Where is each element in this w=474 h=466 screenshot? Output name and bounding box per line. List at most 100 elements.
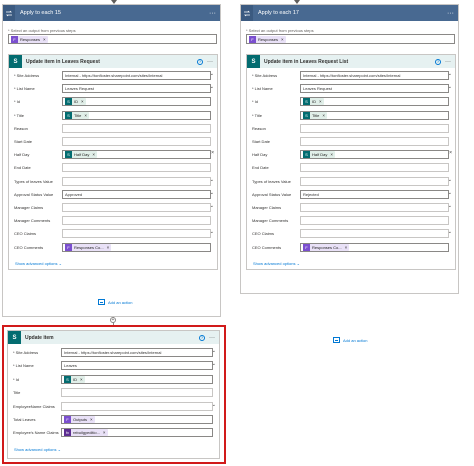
chevron-down-icon[interactable]: ⌄ (448, 71, 452, 77)
chevron-down-icon[interactable]: ⌄ (210, 203, 214, 209)
add-action-button[interactable]: Add an action (98, 299, 132, 305)
chevron-down-icon[interactable]: ⌄ (210, 84, 214, 90)
chevron-down-icon[interactable]: ⌄ (210, 71, 214, 77)
field-input[interactable]: Leaves Request (300, 84, 449, 94)
dynamic-content-token[interactable]: S Half Day × (65, 151, 97, 159)
dynamic-content-token[interactable]: S Half Day × (303, 151, 335, 159)
help-icon[interactable]: ? (199, 334, 205, 341)
more-options-icon[interactable]: ··· (447, 10, 454, 17)
show-advanced-options-link[interactable]: Show advanced options ⌄ (15, 261, 62, 266)
dynamic-content-token[interactable]: F Outputs × (64, 416, 95, 423)
dynamic-content-token[interactable]: S ID × (65, 98, 86, 106)
field-input[interactable] (300, 137, 449, 146)
field-input[interactable] (300, 123, 449, 133)
chevron-down-icon[interactable]: ⌄ (210, 190, 214, 196)
remove-token-icon[interactable]: × (322, 113, 325, 118)
field-input[interactable]: fx rebuilgyeditio... × (61, 428, 213, 438)
responses-token[interactable]: F Responses × (11, 35, 48, 43)
remove-token-icon[interactable]: × (90, 417, 93, 422)
field-input[interactable] (300, 203, 449, 212)
chevron-down-icon[interactable]: ⌄ (212, 402, 216, 408)
more-options-icon[interactable]: ··· (209, 10, 216, 17)
clear-icon[interactable]: × (449, 150, 452, 156)
responses-token[interactable]: F Responses × (249, 35, 286, 43)
field-input[interactable]: S ID × (300, 97, 449, 107)
field-input[interactable]: Leaves (61, 361, 213, 371)
dynamic-content-token[interactable]: S Title × (65, 111, 90, 119)
field-input[interactable] (61, 388, 213, 398)
chevron-down-icon[interactable]: ⌄ (448, 84, 452, 90)
chevron-down-icon[interactable]: ⌄ (448, 190, 452, 196)
field-input[interactable] (300, 163, 449, 173)
chevron-down-icon[interactable]: ⌄ (448, 203, 452, 209)
dynamic-content-token[interactable]: F Responses Co... × (303, 243, 350, 251)
chevron-down-icon[interactable]: ⌄ (448, 177, 452, 183)
action-header[interactable]: S Update item in Leaves Request List ? ·… (247, 55, 455, 68)
field-input[interactable] (62, 123, 211, 133)
field-input[interactable]: S Title × (300, 110, 449, 120)
select-output-field[interactable]: F Responses × (246, 34, 455, 44)
add-action-button-right[interactable]: Add an action (333, 337, 367, 343)
field-input[interactable] (62, 203, 211, 212)
field-input[interactable]: S Title × (62, 110, 211, 120)
chevron-down-icon[interactable]: ⌄ (212, 348, 216, 354)
help-icon[interactable]: ? (435, 58, 441, 65)
action-header[interactable]: S Update item ? ··· (8, 331, 219, 344)
field-input[interactable] (62, 216, 211, 226)
remove-token-icon[interactable]: × (319, 99, 322, 104)
field-input[interactable]: S Half Day × (62, 150, 211, 160)
field-input[interactable] (300, 216, 449, 226)
more-options-icon[interactable]: ··· (209, 335, 215, 341)
dynamic-content-token[interactable]: F Responses Co... × (65, 243, 112, 251)
scope-header[interactable]: Apply to each 17 ··· (241, 5, 458, 21)
dynamic-content-token[interactable]: S ID × (303, 98, 324, 106)
field-input[interactable]: Rejected (300, 189, 449, 199)
remove-token-icon[interactable]: × (103, 430, 106, 435)
chevron-down-icon[interactable]: ⌄ (212, 361, 216, 367)
form-row: * Title S Title × (9, 110, 217, 121)
field-input[interactable]: S Half Day × (300, 150, 449, 160)
remove-token-icon[interactable]: × (281, 37, 284, 42)
scope-header[interactable]: Apply to each 15 ··· (3, 5, 220, 21)
field-input[interactable] (62, 176, 211, 186)
field-input[interactable]: S ID × (61, 374, 213, 384)
field-input[interactable] (300, 229, 449, 239)
field-input[interactable]: F Outputs × (61, 415, 213, 424)
remove-token-icon[interactable]: × (80, 377, 83, 382)
more-options-icon[interactable]: ··· (207, 59, 213, 65)
help-icon[interactable]: ? (197, 58, 203, 65)
chevron-down-icon[interactable]: ⌄ (210, 229, 214, 235)
remove-token-icon[interactable]: × (330, 152, 333, 157)
insert-step-icon[interactable]: + (110, 317, 116, 323)
chevron-down-icon[interactable]: ⌄ (210, 177, 214, 183)
dynamic-content-token[interactable]: fx rebuilgyeditio... × (64, 429, 108, 437)
field-input[interactable] (62, 229, 211, 239)
show-advanced-options-link[interactable]: Show advanced options ⌄ (14, 447, 61, 452)
field-input[interactable]: Approved (62, 189, 211, 199)
field-input[interactable]: Internal - https://tonfloster.sharepoint… (300, 71, 449, 80)
field-input[interactable]: S ID × (62, 97, 211, 107)
field-input[interactable] (300, 176, 449, 186)
field-input[interactable]: Internal - https://tonfloster.sharepoint… (62, 71, 211, 80)
remove-token-icon[interactable]: × (81, 99, 84, 104)
chevron-down-icon[interactable]: ⌄ (448, 229, 452, 235)
more-options-icon[interactable]: ··· (445, 59, 451, 65)
clear-icon[interactable]: × (211, 150, 214, 156)
dynamic-content-token[interactable]: S ID × (64, 375, 85, 383)
select-output-field[interactable]: F Responses × (8, 34, 217, 44)
action-header[interactable]: S Update item in Leaves Request ? ··· (9, 55, 217, 68)
remove-token-icon[interactable]: × (84, 113, 87, 118)
field-input[interactable]: Leaves Request (62, 84, 211, 94)
field-input[interactable]: F Responses Co... × (62, 242, 211, 252)
field-input[interactable]: F Responses Co... × (300, 242, 449, 252)
field-input[interactable] (61, 401, 213, 411)
field-input[interactable] (62, 163, 211, 173)
show-advanced-options-link[interactable]: Show advanced options ⌄ (253, 261, 300, 266)
dynamic-content-token[interactable]: S Title × (303, 111, 328, 119)
field-input[interactable]: Internal - https://tonfloster.sharepoint… (61, 348, 213, 357)
remove-token-icon[interactable]: × (43, 37, 46, 42)
field-input[interactable] (62, 137, 211, 146)
remove-token-icon[interactable]: × (345, 245, 348, 250)
remove-token-icon[interactable]: × (92, 152, 95, 157)
remove-token-icon[interactable]: × (107, 245, 110, 250)
